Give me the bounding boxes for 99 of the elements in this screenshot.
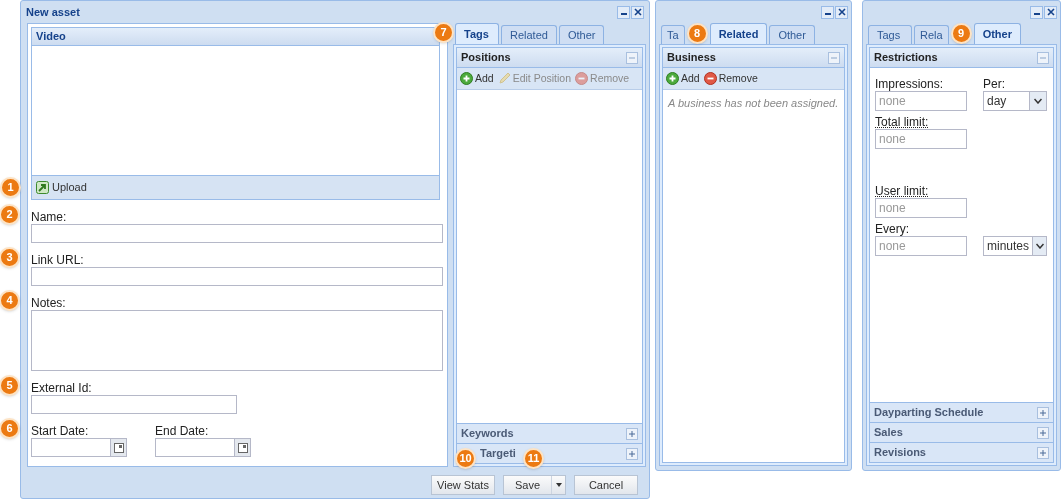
input-field[interactable]: none [875, 198, 967, 218]
expand-button[interactable] [1037, 446, 1049, 459]
tab[interactable]: Related [501, 25, 557, 44]
close-button[interactable] [1044, 5, 1057, 19]
remove-button[interactable]: Remove [703, 70, 758, 87]
field-label: Per: [983, 76, 1005, 91]
plus-icon [628, 429, 636, 438]
field-label: Impressions: [875, 76, 944, 91]
field-label: User limit: [875, 183, 929, 198]
field-label: Every: [875, 221, 909, 236]
date-field[interactable] [155, 438, 251, 457]
callout-badge: 7 [433, 22, 454, 43]
panel-title: Video [36, 29, 66, 45]
upload-button[interactable]: Upload [36, 179, 87, 196]
plus-icon [1039, 408, 1047, 417]
caret-icon [1035, 243, 1044, 249]
field-label: Total limit: [875, 114, 929, 129]
field-label: Name: [31, 209, 68, 224]
tab[interactable]: Other [558, 25, 605, 44]
callout-badge: 6 [0, 418, 20, 439]
plus-icon [628, 449, 636, 458]
section-title: Sales [874, 425, 903, 441]
tab[interactable]: Ta [661, 25, 685, 44]
tab[interactable]: Tags [455, 23, 499, 44]
close-icon [836, 7, 847, 17]
callout-badge: 2 [0, 204, 20, 225]
tab[interactable]: Related [709, 23, 768, 44]
section-title: Targeti [480, 446, 516, 462]
callout-badge: 8 [686, 23, 708, 44]
view-stats-button[interactable]: View Stats [431, 475, 495, 495]
calendar-icon [113, 442, 124, 453]
section-title: Dayparting Schedule [874, 405, 984, 421]
expand-button[interactable] [626, 447, 638, 460]
close-icon [632, 7, 643, 17]
calendar-icon [237, 442, 248, 453]
callout-badge: 3 [0, 247, 20, 268]
plus-circle-icon [666, 72, 679, 85]
tab[interactable]: Tags [868, 25, 912, 44]
callout-badge: 10 [455, 448, 476, 469]
input-field[interactable] [31, 395, 237, 414]
section-title: Keywords [461, 426, 514, 442]
collapsed-section[interactable]: Sales [869, 423, 1054, 443]
collapsed-section[interactable]: Keywords [456, 424, 643, 444]
field-label: Link URL: [31, 252, 85, 267]
dropdown-value: day [986, 93, 1008, 110]
collapse-button[interactable] [626, 51, 638, 64]
minus-circle-icon [575, 72, 589, 85]
plus-icon [1039, 428, 1047, 437]
section-title: Restrictions [874, 50, 938, 66]
section-title: Business [667, 50, 716, 66]
close-button[interactable] [835, 5, 848, 19]
close-icon [1045, 7, 1056, 17]
add-button[interactable]: Add [666, 70, 700, 87]
expand-button[interactable] [1037, 426, 1049, 439]
input-field[interactable] [31, 267, 443, 286]
caret-icon [1034, 98, 1042, 104]
callout-badge: 1 [0, 177, 21, 198]
section-title: Revisions [874, 445, 926, 461]
field-label: External Id: [31, 380, 93, 395]
minimize-button[interactable] [821, 5, 834, 19]
add-button[interactable]: Add [460, 70, 494, 87]
callout-badge: 9 [950, 23, 972, 44]
caret-icon [555, 483, 562, 487]
minimize-button[interactable] [1030, 5, 1043, 19]
field-label: Start Date: [31, 423, 90, 438]
plus-circle-icon [460, 72, 473, 85]
upload-icon [36, 181, 49, 194]
callout-badge: 5 [0, 375, 20, 396]
close-button[interactable] [631, 5, 644, 19]
callout-badge: 4 [0, 290, 20, 311]
dropdown-field[interactable]: day [983, 91, 1047, 111]
minus-circle-icon [703, 72, 717, 85]
notes-field[interactable] [31, 310, 443, 371]
cancel-button[interactable]: Cancel [574, 475, 638, 495]
field-label: Notes: [31, 295, 67, 310]
collapsed-section[interactable]: Revisions [869, 443, 1054, 463]
save-split-button[interactable]: Save [503, 475, 566, 495]
collapsed-section[interactable]: Dayparting Schedule [869, 403, 1054, 423]
plus-icon [1039, 448, 1047, 457]
dropdown-value: minutes [986, 238, 1031, 255]
input-field[interactable]: none [875, 236, 967, 256]
pencil-icon [497, 72, 511, 85]
date-field[interactable] [31, 438, 127, 457]
input-field[interactable]: none [875, 129, 967, 149]
tab[interactable]: Other [973, 23, 1021, 44]
window-title: New asset [26, 4, 80, 20]
empty-message: A business has not been assigned. [668, 96, 839, 111]
collapse-button[interactable] [1037, 51, 1049, 64]
input-field[interactable] [31, 224, 443, 243]
tab[interactable]: Other [769, 25, 815, 44]
input-field[interactable]: none [875, 91, 967, 111]
collapse-button[interactable] [828, 51, 840, 64]
expand-button[interactable] [626, 427, 638, 440]
dropdown-field[interactable]: minutes [983, 236, 1047, 256]
expand-button[interactable] [1037, 406, 1049, 419]
tab[interactable]: Rela [914, 25, 949, 44]
minimize-button[interactable] [617, 5, 630, 19]
field-label: End Date: [155, 423, 210, 438]
section-title: Positions [461, 50, 511, 66]
